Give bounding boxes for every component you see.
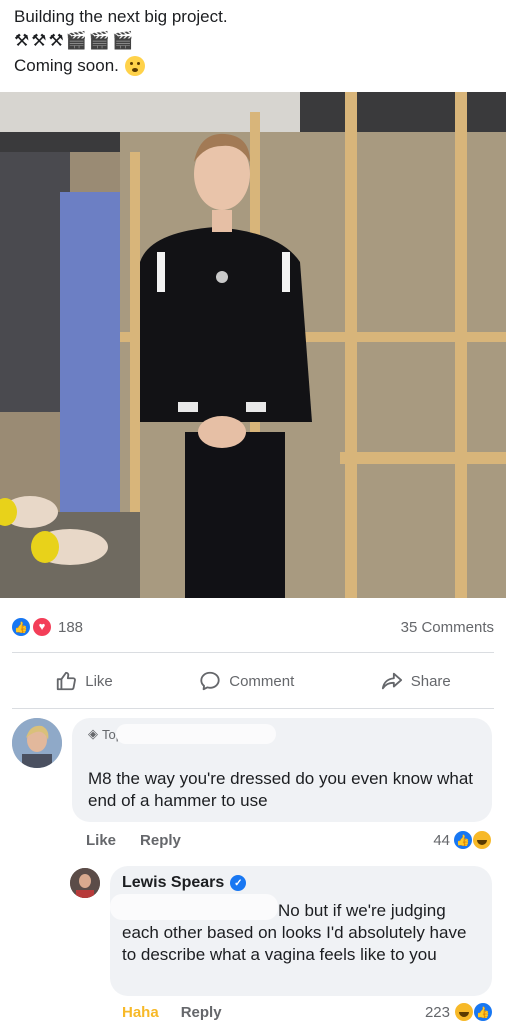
diamond-icon: ◈ <box>88 726 98 741</box>
clapper-icon: 🎬 <box>65 31 87 50</box>
reply-reaction-count[interactable]: 223 👍 <box>425 1002 492 1022</box>
love-reaction-icon: ♥ <box>32 617 52 637</box>
hammer-icon: ⚒ <box>48 31 64 50</box>
comment-button[interactable]: Comment <box>199 670 294 692</box>
post-line-1: Building the next big project. <box>14 7 228 26</box>
like-reaction-icon: 👍 <box>12 618 30 636</box>
shushing-face-icon <box>124 56 145 76</box>
reply-bubble: Lewis Spears ✓ No but if we're judging e… <box>110 866 492 996</box>
verified-badge-icon: ✓ <box>230 875 247 891</box>
comments-count[interactable]: 35 Comments <box>401 619 494 636</box>
haha-reaction-icon <box>472 830 492 850</box>
avatar[interactable] <box>70 868 100 898</box>
clapper-icon: 🎬 <box>112 31 134 50</box>
reply-reaction-number: 223 <box>424 1003 450 1021</box>
share-label: Share <box>410 672 451 690</box>
redacted-name <box>116 724 276 744</box>
like-reaction-icon: 👍 <box>474 1003 492 1021</box>
reaction-count: 188 <box>58 618 84 636</box>
photo-illustration <box>0 92 506 598</box>
comment-reply-link[interactable]: Reply <box>140 832 181 849</box>
comment-bubble: ◈ Top Fan M8 the way you're dressed do y… <box>72 718 492 822</box>
like-reaction-icon: 👍 <box>454 831 472 849</box>
divider <box>12 652 494 653</box>
reply-meta: Haha Reply 223 👍 <box>122 1000 492 1024</box>
comment-icon <box>200 671 220 691</box>
haha-reaction-icon <box>454 1002 474 1022</box>
comment-like-link[interactable]: Like <box>86 832 116 849</box>
post-text: Building the next big project. <box>14 4 228 30</box>
thumbs-up-icon <box>57 671 77 691</box>
reply-author[interactable]: Lewis Spears ✓ <box>122 874 247 892</box>
hammer-icon: ⚒ <box>31 31 47 50</box>
clapper-icon: 🎬 <box>88 31 111 50</box>
like-label: Like <box>85 672 113 690</box>
comment-meta: Like Reply 44 👍 <box>86 826 492 854</box>
avatar[interactable] <box>12 718 62 768</box>
post-photo[interactable] <box>0 92 506 598</box>
comment-reaction-count[interactable]: 44 👍 <box>433 830 492 850</box>
comment-reaction-number: 44 <box>433 831 450 849</box>
like-button[interactable]: Like <box>55 670 113 692</box>
post-stats: 👍 ♥ 188 35 Comments <box>12 612 494 642</box>
avatar-image <box>12 718 62 768</box>
post-actions: Like Comment Share <box>12 662 494 700</box>
reply-haha-link[interactable]: Haha <box>122 1004 159 1021</box>
post-line-2-row: Coming soon. <box>14 56 145 76</box>
reply-author-name: Lewis Spears <box>122 874 225 891</box>
emoji-row: ⚒ ⚒ ⚒ 🎬 🎬 🎬 <box>14 30 133 52</box>
reply-reply-link[interactable]: Reply <box>181 1004 222 1021</box>
divider <box>12 708 494 709</box>
comment-label: Comment <box>229 672 295 690</box>
post-line-2: Coming soon. <box>14 56 119 75</box>
reply-text: No but if we're judging each other based… <box>122 901 467 964</box>
hammer-icon: ⚒ <box>14 31 30 50</box>
comment-text: M8 the way you're dressed do you even kn… <box>88 769 474 810</box>
avatar-image <box>70 868 100 898</box>
share-icon <box>381 672 402 690</box>
share-button[interactable]: Share <box>381 670 451 692</box>
reaction-summary[interactable]: 👍 ♥ 188 <box>12 617 83 637</box>
